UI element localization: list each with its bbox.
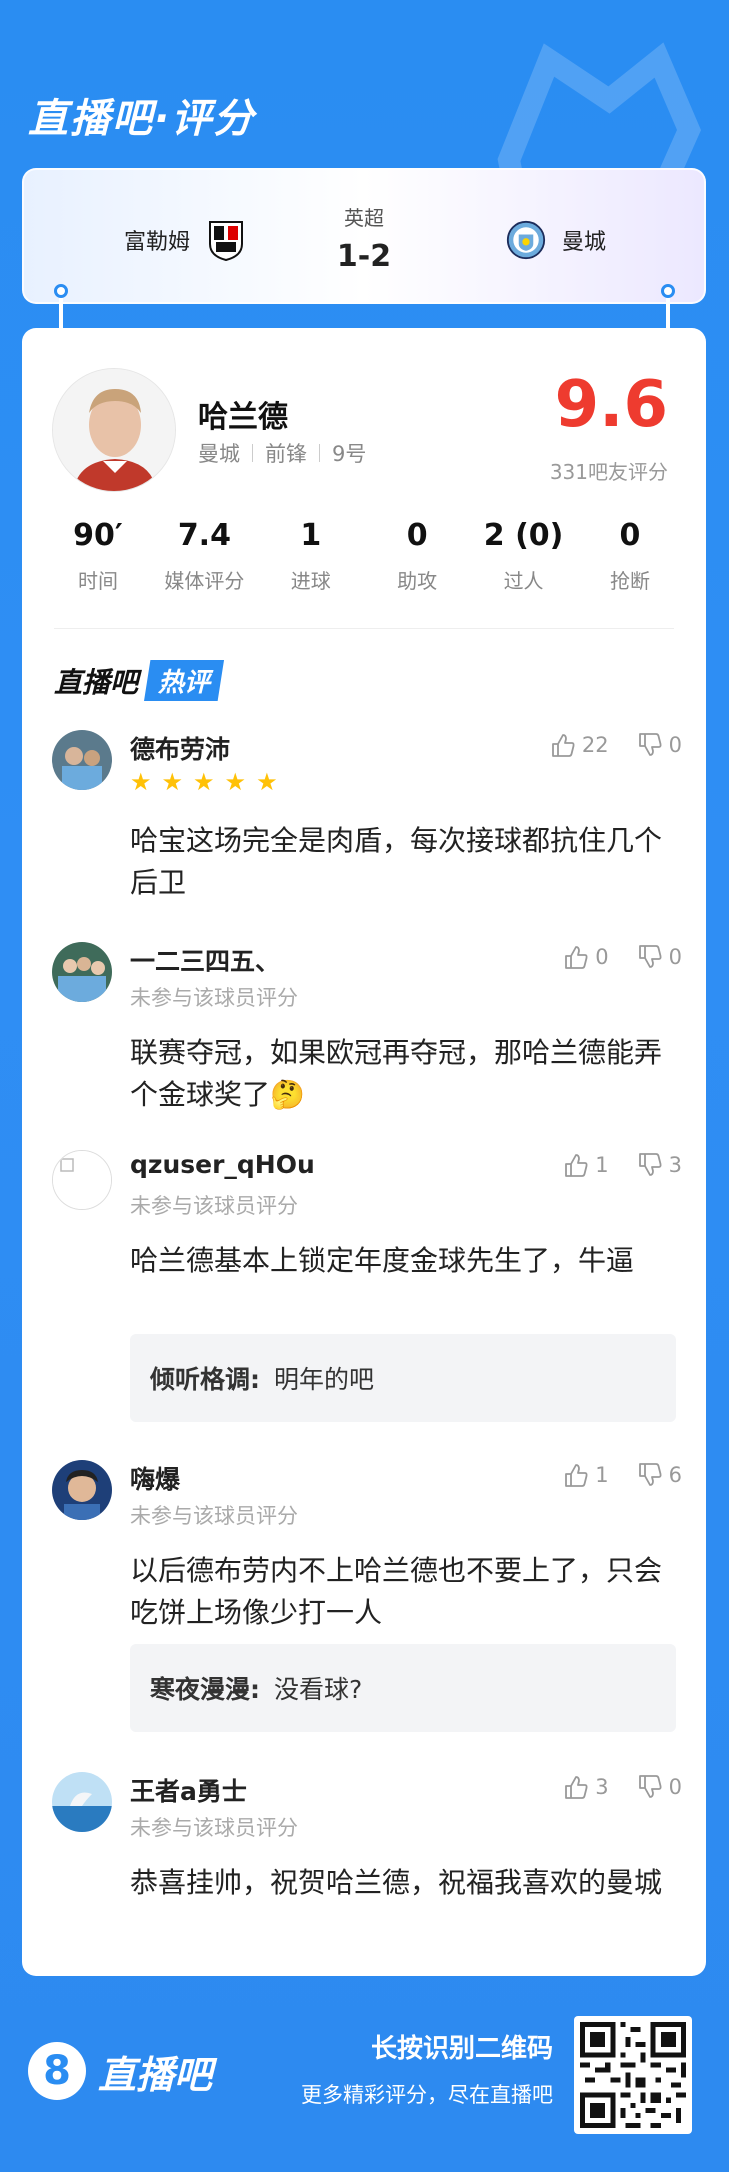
away-team: 曼城	[506, 218, 606, 262]
comment-actions: 1 6	[563, 1462, 682, 1488]
brand-title: 直播吧·评分	[28, 96, 256, 142]
user-avatar[interactable]	[52, 1460, 112, 1520]
comment-item: 王者a勇士 未参与该球员评分 3 0 恭喜挂帅，祝贺哈兰德，祝福我喜欢的曼城	[52, 1772, 682, 1952]
thumbs-up-icon	[551, 734, 575, 757]
player-meta: 曼城 前锋 9号	[198, 438, 366, 468]
stat-assists: 0 助攻	[397, 518, 438, 593]
stat-media-rating: 7.4 媒体评分	[164, 518, 245, 593]
player-club: 曼城	[198, 442, 240, 466]
dislike-button[interactable]: 0	[637, 1774, 682, 1800]
hot-comments-header: 直播吧 热评	[54, 660, 225, 701]
logo-text: 直播吧	[98, 2052, 213, 2097]
thumbs-down-icon	[638, 1153, 662, 1176]
comment-subtitle: 未参与该球员评分	[130, 1194, 298, 1218]
comment-subtitle: 未参与该球员评分	[130, 1816, 298, 1840]
dislike-button[interactable]: 3	[637, 1152, 682, 1178]
comment-username[interactable]: qzuser_qHOu	[130, 1150, 315, 1179]
reply-username: 寒夜漫漫:	[150, 1675, 260, 1704]
player-rating: 9.6	[554, 368, 668, 442]
comment-text: 恭喜挂帅，祝贺哈兰德，祝福我喜欢的曼城	[130, 1866, 663, 1899]
logo-icon: 8	[28, 2042, 86, 2100]
comment-username[interactable]: 王者a勇士	[130, 1772, 247, 1808]
stat-goals: 1 进球	[290, 518, 331, 593]
comment-text: 联赛夺冠，如果欧冠再夺冠，那哈兰德能弄个金球奖了🤔	[130, 1036, 663, 1111]
reply-text: 明年的吧	[274, 1365, 375, 1394]
thumbs-up-icon	[565, 1776, 588, 1799]
player-position: 前锋	[265, 442, 307, 466]
comment-actions: 0 0	[563, 944, 682, 970]
footer-tagline: 更多精彩评分，尽在直播吧	[301, 2083, 553, 2107]
user-avatar[interactable]	[52, 1772, 112, 1832]
thumbs-down-icon	[638, 945, 662, 968]
like-button[interactable]: 1	[563, 1152, 609, 1178]
like-button[interactable]: 1	[563, 1462, 609, 1488]
like-button[interactable]: 22	[550, 732, 609, 758]
star-icon: ★	[193, 768, 215, 796]
qr-hint: 长按识别二维码	[370, 2034, 553, 2064]
footer-text: 长按识别二维码 更多精彩评分，尽在直播吧	[301, 2028, 553, 2109]
comment-item: 一二三四五、 未参与该球员评分 0 0 联赛夺冠，如果欧冠再夺冠，那哈兰德能弄个…	[52, 942, 682, 1122]
star-icon: ★	[161, 768, 184, 796]
comment-actions: 22 0	[550, 732, 682, 758]
match-card[interactable]: 富勒姆 英超 1-2 曼城	[22, 168, 706, 304]
comment-text: 哈宝这场完全是肉盾，每次接球都抗住几个后卫	[130, 824, 663, 899]
comment-text: 以后德布劳内不上哈兰德也不要上了，只会吃饼上场像少打一人	[130, 1554, 663, 1629]
hot-comments-title: 直播吧	[54, 665, 139, 699]
comment-reply[interactable]: 寒夜漫漫: 没看球?	[130, 1644, 676, 1732]
reply-username: 倾听格调:	[150, 1365, 260, 1394]
comment-item: 嗨爆 未参与该球员评分 1 6 以后德布劳内不上哈兰德也不要上了，只会吃饼上场像…	[52, 1460, 682, 1760]
footer-logo: 8 直播吧	[28, 2042, 212, 2100]
away-team-name: 曼城	[562, 230, 607, 255]
thumbs-up-icon	[565, 946, 588, 969]
user-avatar[interactable]	[52, 730, 112, 790]
comment-reply[interactable]: 倾听格调: 明年的吧	[130, 1334, 676, 1422]
dislike-button[interactable]: 6	[637, 1462, 682, 1488]
dislike-button[interactable]: 0	[637, 732, 682, 758]
comment-username[interactable]: 嗨爆	[130, 1460, 180, 1496]
user-avatar[interactable]	[52, 1150, 112, 1210]
thumbs-up-icon	[565, 1154, 588, 1177]
comment-subtitle: 未参与该球员评分	[130, 1504, 298, 1528]
user-avatar[interactable]	[52, 942, 112, 1002]
stat-tackles: 0 抢断	[609, 518, 650, 593]
player-rating-card: 哈兰德 曼城 前锋 9号 9.6 331吧友评分 90′ 时间 7.4 媒体评分 1…	[22, 328, 706, 1976]
player-name: 哈兰德	[198, 400, 288, 435]
user-rating-stars: ★ ★ ★ ★ ★	[130, 770, 278, 794]
comment-username[interactable]: 一二三四五、	[130, 942, 280, 978]
rating-count: 331吧友评分	[549, 460, 668, 484]
star-icon: ★	[130, 768, 152, 796]
thumbs-down-icon	[638, 1463, 662, 1486]
reply-text: 没看球?	[274, 1675, 363, 1704]
comment-actions: 3 0	[563, 1774, 682, 1800]
thumbs-up-icon	[565, 1464, 588, 1487]
qr-code[interactable]	[574, 2016, 692, 2134]
like-button[interactable]: 3	[563, 1774, 609, 1800]
comment-item: 德布劳沛 ★ ★ ★ ★ ★ 22 0 哈宝这场完全是肉盾，每次接球都抗住几个后…	[52, 730, 682, 910]
qr-code-icon	[580, 2022, 686, 2128]
thumbs-down-icon	[638, 1775, 662, 1798]
thumbs-down-icon	[638, 733, 662, 756]
dislike-button[interactable]: 0	[637, 944, 682, 970]
man-city-crest-icon	[506, 220, 546, 260]
star-icon: ★	[256, 768, 278, 796]
stat-dribbles: 2 (0) 过人	[483, 518, 564, 593]
star-icon: ★	[224, 768, 247, 796]
like-button[interactable]: 0	[563, 944, 609, 970]
comment-text: 哈兰德基本上锁定年度金球先生了，牛逼	[130, 1244, 635, 1277]
hot-comments-badge: 热评	[144, 660, 225, 701]
player-number: 9号	[332, 442, 367, 466]
stat-minutes: 90′ 时间	[73, 518, 123, 593]
comment-username[interactable]: 德布劳沛	[130, 730, 230, 766]
divider	[54, 628, 674, 629]
player-stats: 90′ 时间 7.4 媒体评分 1 进球 0 助攻 2 (0) 过人 0 抢断	[46, 518, 682, 594]
comment-actions: 1 3	[563, 1152, 682, 1178]
comment-item: qzuser_qHOu 未参与该球员评分 1 3 哈兰德基本上锁定年度金球先生了…	[52, 1150, 682, 1450]
player-avatar[interactable]	[52, 368, 176, 492]
comment-subtitle: 未参与该球员评分	[130, 986, 298, 1010]
